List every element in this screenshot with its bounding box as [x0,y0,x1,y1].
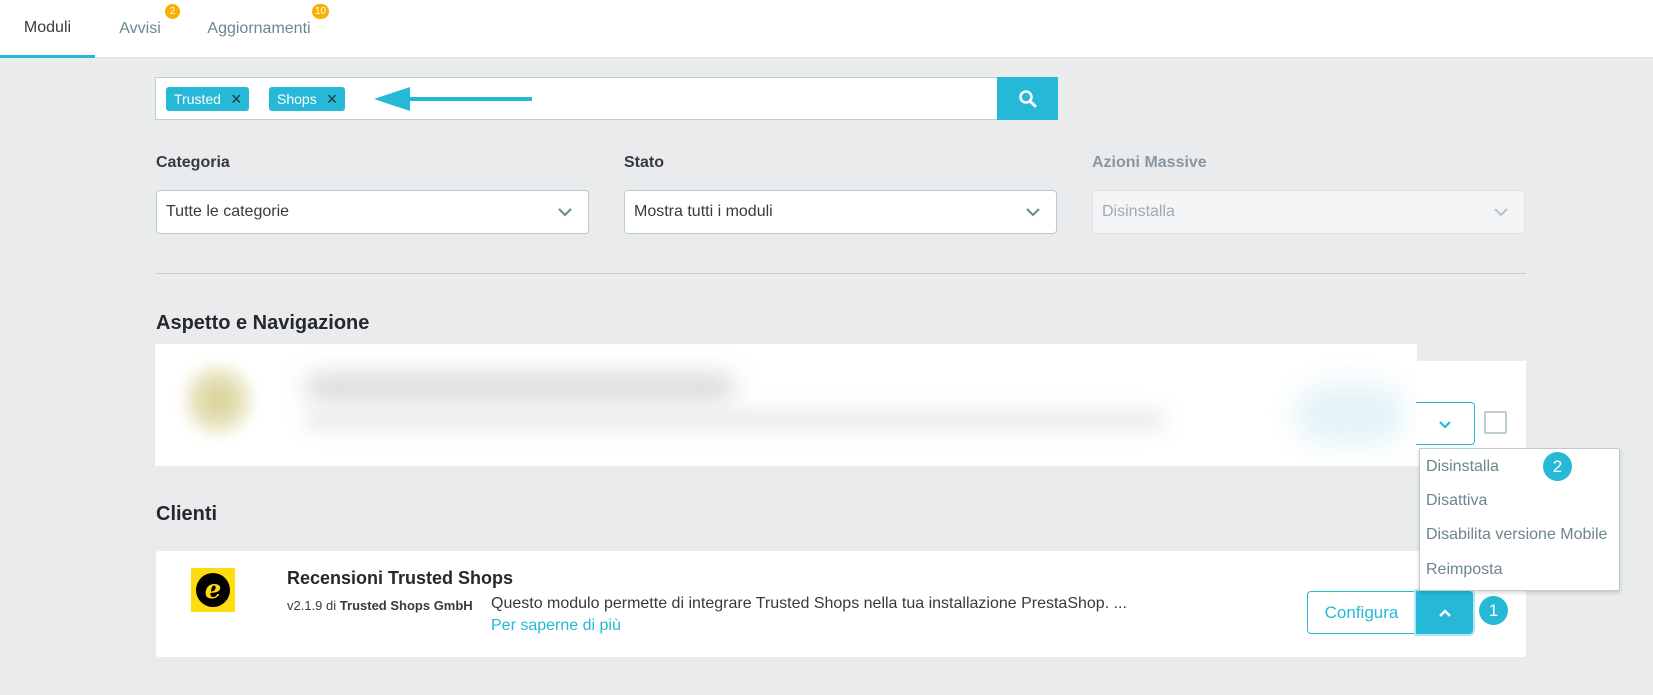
logo-letter: e [196,573,230,607]
bulk-actions-value: Disinstalla [1102,203,1175,220]
module-title: Recensioni Trusted Shops [287,568,514,588]
chevron-down-icon [558,208,572,217]
chevron-down-icon [1494,208,1508,217]
search-button[interactable] [997,77,1058,120]
notification-badge: 10 [312,4,330,19]
tab-avvisi[interactable]: Avvisi 2 [110,0,180,58]
menu-item-uninstall[interactable]: Disinstalla [1426,458,1499,476]
module-actions-dropdown-toggle[interactable] [1416,591,1473,634]
top-tabbar: Moduli Avvisi 2 Aggiornamenti 10 [0,0,1653,58]
status-label: Stato [624,154,664,171]
search-input[interactable]: Trusted × Shops × [155,77,1058,120]
module-select-checkbox[interactable] [1484,411,1507,434]
blurred-logo [183,360,253,440]
module-version: v2.1.9 [287,598,323,613]
search-icon [1018,89,1036,107]
tag-label: Shops [277,91,317,107]
blurred-module-card [155,344,1417,466]
menu-item-disable-mobile[interactable]: Disabilita versione Mobile [1426,526,1607,544]
section-title-aspetto: Aspetto e Navigazione [156,312,370,334]
blurred-button [1295,384,1405,444]
tab-label: Aggiornamenti [207,20,311,37]
trusted-shops-logo: e [191,568,235,612]
tab-moduli[interactable]: Moduli [0,0,95,58]
learn-more-link[interactable]: Per saperne di più [491,617,621,635]
close-icon[interactable]: × [231,90,242,108]
category-select[interactable]: Tutte le categorie [156,190,589,234]
step-marker-2: 2 [1543,452,1572,481]
search-tag-shops: Shops × [269,87,346,111]
module-author: Trusted Shops GmbH [339,598,473,613]
module-actions-menu: Disinstalla Disattiva Disabilita version… [1419,448,1620,591]
category-value: Tutte le categorie [166,203,290,220]
tab-label: Avvisi [119,20,161,37]
tag-label: Trusted [174,91,221,107]
module-actions-toggle[interactable] [1416,402,1475,445]
blurred-title [305,374,735,400]
category-label: Categoria [156,154,230,171]
chevron-up-icon [1438,608,1451,617]
divider [156,273,1526,274]
bulk-actions-select: Disinstalla [1092,190,1525,234]
status-select[interactable]: Mostra tutti i moduli [624,190,1057,234]
module-by: di [326,598,337,613]
status-value: Mostra tutti i moduli [634,203,773,220]
module-card: e Recensioni Trusted Shops v2.1.9 di Tru… [156,551,1526,657]
bulk-actions-label: Azioni Massive [1092,154,1207,171]
chevron-down-icon [1439,420,1451,429]
chevron-down-icon [1026,208,1040,217]
annotation-arrow-icon [374,87,532,111]
notification-badge: 2 [165,4,180,19]
menu-item-reset[interactable]: Reimposta [1426,561,1502,579]
section-title-clienti: Clienti [156,503,218,525]
tab-label: Moduli [23,18,72,36]
tab-aggiornamenti[interactable]: Aggiornamenti 10 [200,0,330,58]
step-marker-1: 1 [1479,596,1508,625]
configure-button[interactable]: Configura [1307,591,1416,634]
menu-item-disable[interactable]: Disattiva [1426,492,1487,510]
blurred-description [305,412,1165,428]
module-version-author: v2.1.9 di Trusted Shops GmbH [287,595,477,617]
module-description: Questo modulo permette di integrare Trus… [491,595,1127,612]
search-tag-trusted: Trusted × [166,87,250,111]
close-icon[interactable]: × [327,90,338,108]
